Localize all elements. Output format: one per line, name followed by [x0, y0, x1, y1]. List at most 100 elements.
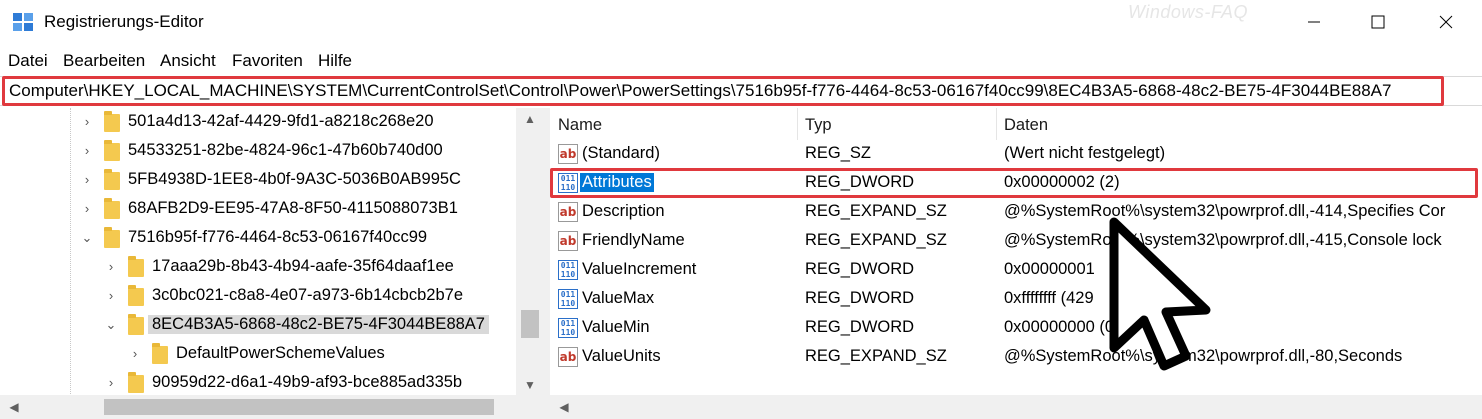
chevron-right-icon[interactable]: › — [104, 288, 118, 304]
value-data: @%SystemRoot%\system32\powrprof.dll,-415… — [1004, 231, 1442, 249]
chevron-right-icon[interactable]: › — [80, 114, 94, 130]
chevron-right-icon[interactable]: › — [104, 375, 118, 391]
address-bar[interactable]: Computer\HKEY_LOCAL_MACHINE\SYSTEM\Curre… — [0, 76, 1482, 106]
tree-item-label: 5FB4938D-1EE8-4b0f-9A3C-5036B0AB995C — [128, 170, 461, 188]
tree-item[interactable]: › 54533251-82be-4824-96c1-47b60b740d00 — [0, 137, 516, 165]
string-value-icon: ab — [558, 144, 578, 164]
value-name: ValueIncrement — [582, 260, 697, 278]
tree-item-label: 501a4d13-42af-4429-9fd1-a8218c268e20 — [128, 112, 434, 130]
folder-icon — [104, 140, 120, 161]
tree-item-selected[interactable]: ⌄ 8EC4B3A5-6868-48c2-BE75-4F3044BE88A7 — [0, 311, 516, 339]
binary-value-icon: 011 110 — [558, 318, 578, 338]
value-name: Description — [582, 202, 665, 220]
address-path[interactable]: Computer\HKEY_LOCAL_MACHINE\SYSTEM\Curre… — [9, 81, 1391, 101]
value-row[interactable]: 011 110 ValueIncrement REG_DWORD 0x000000… — [550, 256, 1482, 285]
column-divider[interactable] — [797, 108, 798, 140]
value-name: Attributes — [580, 173, 654, 192]
value-type: REG_EXPAND_SZ — [805, 231, 947, 249]
tree-item[interactable]: ⌄ 7516b95f-f776-4464-8c53-06167f40cc99 — [0, 224, 516, 252]
value-row[interactable]: ab ValueUnits REG_EXPAND_SZ @%SystemRoot… — [550, 343, 1482, 372]
binary-value-icon: 011 110 — [558, 173, 578, 193]
tree-item-label: 17aaa29b-8b43-4b94-aafe-35f64daaf1ee — [152, 257, 454, 275]
scroll-left-icon[interactable]: ◀ — [552, 400, 576, 414]
value-data: 0x00000000 (0) — [1004, 318, 1120, 336]
binary-value-icon: 011 110 — [558, 289, 578, 309]
menu-ansicht[interactable]: Ansicht — [160, 51, 216, 71]
tree-item[interactable]: › 17aaa29b-8b43-4b94-aafe-35f64daaf1ee — [0, 253, 516, 281]
column-divider[interactable] — [996, 108, 997, 140]
menu-hilfe[interactable]: Hilfe — [318, 51, 352, 71]
tree-item[interactable]: › 5FB4938D-1EE8-4b0f-9A3C-5036B0AB995C — [0, 166, 516, 194]
menu-favoriten[interactable]: Favoriten — [232, 51, 303, 71]
value-data: 0x00000001 — [1004, 260, 1095, 278]
folder-icon — [128, 256, 144, 277]
tree-item[interactable]: › 68AFB2D9-EE95-47A8-8F50-4115088073B1 — [0, 195, 516, 223]
tree-item-label: 68AFB2D9-EE95-47A8-8F50-4115088073B1 — [128, 199, 458, 217]
maximize-icon — [1371, 15, 1385, 29]
window-title: Registrierungs-Editor — [44, 12, 204, 31]
tree-item[interactable]: › DefaultPowerSchemeValues — [0, 340, 516, 368]
registry-editor-icon — [13, 13, 33, 31]
value-name: ValueUnits — [582, 347, 661, 365]
value-row[interactable]: ab FriendlyName REG_EXPAND_SZ @%SystemRo… — [550, 227, 1482, 256]
string-value-icon: ab — [558, 231, 578, 251]
list-horizontal-scrollbar[interactable]: ◀ — [550, 395, 1482, 419]
menu-datei[interactable]: Datei — [8, 51, 48, 71]
maximize-button[interactable] — [1346, 0, 1410, 44]
value-row-selected[interactable]: 011 110 Attributes REG_DWORD 0x00000002 (… — [550, 169, 1482, 198]
close-button[interactable] — [1410, 0, 1482, 44]
value-type: REG_SZ — [805, 144, 872, 162]
value-name: FriendlyName — [582, 231, 685, 249]
value-name: ValueMin — [582, 318, 650, 336]
tree-item[interactable]: › 3c0bc021-c8a8-4e07-a973-6b14cbcb2b7e — [0, 282, 516, 310]
value-row[interactable]: 011 110 ValueMax REG_DWORD 0xffffffff (42… — [550, 285, 1482, 314]
value-row[interactable]: ab Description REG_EXPAND_SZ @%SystemRoo… — [550, 198, 1482, 227]
value-list: Name Typ Daten ab (Standard) REG_SZ (Wer… — [550, 108, 1482, 419]
value-type: REG_EXPAND_SZ — [805, 347, 947, 365]
value-data: 0x00000002 (2) — [1004, 173, 1120, 191]
tree-item[interactable]: › 501a4d13-42af-4429-9fd1-a8218c268e20 — [0, 108, 516, 136]
string-value-icon: ab — [558, 347, 578, 367]
list-header: Name Typ Daten — [550, 108, 1482, 140]
value-type: REG_DWORD — [805, 289, 915, 307]
folder-icon — [104, 198, 120, 219]
folder-icon — [128, 285, 144, 306]
column-name[interactable]: Name — [558, 116, 602, 135]
tree-item-label: 90959d22-d6a1-49b9-af93-bce885ad335b — [152, 373, 463, 391]
value-type: REG_DWORD — [805, 260, 915, 278]
tree-item-label: 8EC4B3A5-6868-48c2-BE75-4F3044BE88A7 — [148, 315, 489, 334]
watermark: Windows-FAQ — [1128, 2, 1249, 22]
chevron-right-icon[interactable]: › — [128, 346, 142, 362]
column-data[interactable]: Daten — [1004, 116, 1048, 135]
chevron-right-icon[interactable]: › — [80, 172, 94, 188]
menu-bearbeiten[interactable]: Bearbeiten — [63, 51, 145, 71]
tree-vertical-scrollbar[interactable]: ▲ ▼ — [516, 108, 544, 399]
tree-horizontal-scrollbar[interactable]: ◀ — [0, 395, 516, 419]
value-type: REG_DWORD — [805, 173, 915, 191]
chevron-right-icon[interactable]: › — [80, 201, 94, 217]
minimize-icon — [1308, 21, 1320, 23]
binary-value-icon: 011 110 — [558, 260, 578, 280]
tree-item-label: 3c0bc021-c8a8-4e07-a973-6b14cbcb2b7e — [152, 286, 463, 304]
tree-item[interactable]: › 90959d22-d6a1-49b9-af93-bce885ad335b — [0, 369, 516, 397]
scroll-corner — [516, 395, 544, 419]
chevron-right-icon[interactable]: › — [104, 259, 118, 275]
scroll-left-icon[interactable]: ◀ — [2, 400, 26, 414]
column-type[interactable]: Typ — [805, 116, 832, 135]
chevron-right-icon[interactable]: › — [80, 143, 94, 159]
tree-item-label: DefaultPowerSchemeValues — [176, 344, 385, 362]
value-row[interactable]: 011 110 ValueMin REG_DWORD 0x00000000 (0) — [550, 314, 1482, 343]
key-tree: › 501a4d13-42af-4429-9fd1-a8218c268e20 ›… — [0, 108, 544, 419]
value-type: REG_EXPAND_SZ — [805, 202, 947, 220]
tree-scroll-thumb[interactable] — [521, 310, 539, 338]
scroll-down-icon[interactable]: ▼ — [518, 378, 542, 392]
chevron-down-icon[interactable]: ⌄ — [104, 317, 118, 333]
string-value-icon: ab — [558, 202, 578, 222]
tree-hscroll-thumb[interactable] — [104, 399, 494, 415]
value-row[interactable]: ab (Standard) REG_SZ (Wert nicht festgel… — [550, 140, 1482, 169]
tree-item-label: 54533251-82be-4824-96c1-47b60b740d00 — [128, 141, 443, 159]
minimize-button[interactable] — [1282, 0, 1346, 44]
folder-icon — [104, 169, 120, 190]
scroll-up-icon[interactable]: ▲ — [518, 112, 542, 126]
chevron-down-icon[interactable]: ⌄ — [80, 230, 94, 246]
